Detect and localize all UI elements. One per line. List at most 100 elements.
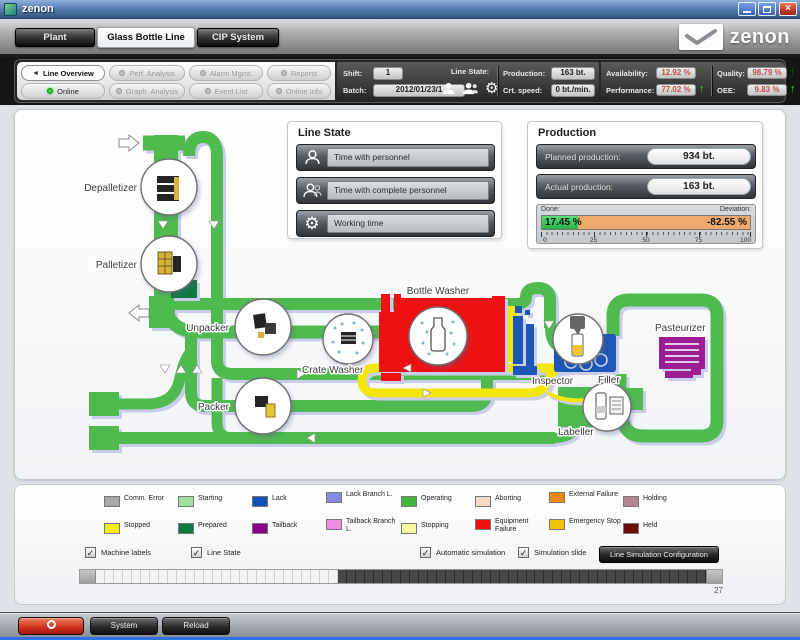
slider-segment[interactable] <box>464 570 473 583</box>
slider-segment[interactable] <box>320 570 329 583</box>
slider-segment[interactable] <box>302 570 311 583</box>
slider-segment[interactable] <box>392 570 401 583</box>
slider-segment[interactable] <box>500 570 509 583</box>
unpacker-machine[interactable] <box>235 299 291 355</box>
slider-segment[interactable] <box>114 570 123 583</box>
slider-segment[interactable] <box>365 570 374 583</box>
slider-segment[interactable] <box>562 570 571 583</box>
slider-cap-left[interactable] <box>80 570 96 583</box>
close-button[interactable]: × <box>779 2 797 16</box>
checkbox-box[interactable]: ✓ <box>518 547 529 558</box>
labeller-icon[interactable] <box>583 383 631 431</box>
slider-segment[interactable] <box>96 570 105 583</box>
slider-segment[interactable] <box>105 570 114 583</box>
nav-item-reports[interactable]: Reports <box>267 65 331 81</box>
slider-segment[interactable] <box>177 570 186 583</box>
slider-segment[interactable] <box>195 570 204 583</box>
slider-segment[interactable] <box>482 570 491 583</box>
tab-plant[interactable]: Plant <box>15 28 95 47</box>
slider-segment[interactable] <box>419 570 428 583</box>
slider-segment[interactable] <box>293 570 302 583</box>
slider-segment[interactable] <box>123 570 132 583</box>
tab-cip-system[interactable]: CIP System <box>197 28 279 47</box>
slider-segment[interactable] <box>679 570 688 583</box>
slider-segment[interactable] <box>607 570 616 583</box>
slider-segment[interactable] <box>527 570 536 583</box>
line-state-icons[interactable]: ⚙ <box>441 81 498 96</box>
slider-segment[interactable] <box>347 570 356 583</box>
filler-icon[interactable] <box>553 314 603 364</box>
slider-segment[interactable] <box>518 570 527 583</box>
slider-segment[interactable] <box>401 570 410 583</box>
pasteurizer-machine[interactable] <box>659 337 705 378</box>
slider-segment[interactable] <box>491 570 500 583</box>
slider-segment[interactable] <box>284 570 293 583</box>
slider-segment[interactable] <box>356 570 365 583</box>
slider-segment[interactable] <box>670 570 679 583</box>
minimize-button[interactable] <box>738 2 756 16</box>
checkbox-box[interactable]: ✓ <box>191 547 202 558</box>
slider-segment[interactable] <box>186 570 195 583</box>
nav-item-perf-analysis[interactable]: Perf. Analysis <box>109 65 185 81</box>
line-state-dropdown[interactable]: Time with complete personnel <box>327 181 489 200</box>
slider-segment[interactable] <box>509 570 518 583</box>
nav-item-online[interactable]: Online <box>21 83 105 99</box>
checkbox-simulation-slide[interactable]: ✓Simulation slide <box>518 547 587 558</box>
slider-segment[interactable] <box>437 570 446 583</box>
tab-glass-bottle-line[interactable]: Glass Bottle Line <box>97 27 195 48</box>
slider-segment[interactable] <box>544 570 553 583</box>
slider-segment[interactable] <box>329 570 338 583</box>
slider-segment[interactable] <box>455 570 464 583</box>
slider-segment[interactable] <box>571 570 580 583</box>
slider-segment[interactable] <box>248 570 257 583</box>
checkbox-machine-labels[interactable]: ✓Machine labels <box>85 547 151 558</box>
slider-segment[interactable] <box>383 570 392 583</box>
slider-segment[interactable] <box>275 570 284 583</box>
slider-segment[interactable] <box>150 570 159 583</box>
reload-button[interactable]: Reload <box>162 617 230 635</box>
slider-segment[interactable] <box>697 570 706 583</box>
checkbox-box[interactable]: ✓ <box>420 547 431 558</box>
slider-segment[interactable] <box>598 570 607 583</box>
slider-segment[interactable] <box>643 570 652 583</box>
crate-washer-machine[interactable] <box>323 314 373 364</box>
bottle-washer-icon[interactable] <box>409 307 467 365</box>
slider-segment[interactable] <box>688 570 697 583</box>
slider-segment[interactable] <box>634 570 643 583</box>
slider-segment[interactable] <box>240 570 249 583</box>
slider-segment[interactable] <box>141 570 150 583</box>
slider-segment[interactable] <box>168 570 177 583</box>
slider-segment[interactable] <box>311 570 320 583</box>
nav-item-line-overview[interactable]: ◄Line Overview <box>21 65 105 81</box>
nav-item-graph-analysis[interactable]: Graph. Analysis <box>109 83 185 99</box>
slider-segment[interactable] <box>338 570 347 583</box>
simulation-slider-segments[interactable] <box>96 570 706 583</box>
slider-segment[interactable] <box>410 570 419 583</box>
slider-segment[interactable] <box>132 570 141 583</box>
checkbox-automatic-simulation[interactable]: ✓Automatic simulation <box>420 547 505 558</box>
slider-segment[interactable] <box>589 570 598 583</box>
line-state-dropdown[interactable]: Working time <box>327 214 489 233</box>
nav-item-event-list[interactable]: Event List <box>189 83 263 99</box>
checkbox-line-state[interactable]: ✓Line State <box>191 547 241 558</box>
slider-segment[interactable] <box>473 570 482 583</box>
line-state-dropdown[interactable]: Time with personnel <box>327 148 489 167</box>
slider-segment[interactable] <box>204 570 213 583</box>
slider-segment[interactable] <box>231 570 240 583</box>
slider-segment[interactable] <box>652 570 661 583</box>
packer-machine[interactable] <box>235 378 291 434</box>
slider-segment[interactable] <box>266 570 275 583</box>
system-button[interactable]: System <box>90 617 158 635</box>
slider-segment[interactable] <box>428 570 437 583</box>
slider-segment[interactable] <box>222 570 231 583</box>
palletizer-machine[interactable] <box>141 236 197 292</box>
slider-segment[interactable] <box>535 570 544 583</box>
depalletizer-machine[interactable] <box>141 159 197 215</box>
slider-segment[interactable] <box>661 570 670 583</box>
slider-segment[interactable] <box>213 570 222 583</box>
slider-segment[interactable] <box>446 570 455 583</box>
slider-segment[interactable] <box>159 570 168 583</box>
checkbox-box[interactable]: ✓ <box>85 547 96 558</box>
slider-segment[interactable] <box>374 570 383 583</box>
slider-segment[interactable] <box>616 570 625 583</box>
